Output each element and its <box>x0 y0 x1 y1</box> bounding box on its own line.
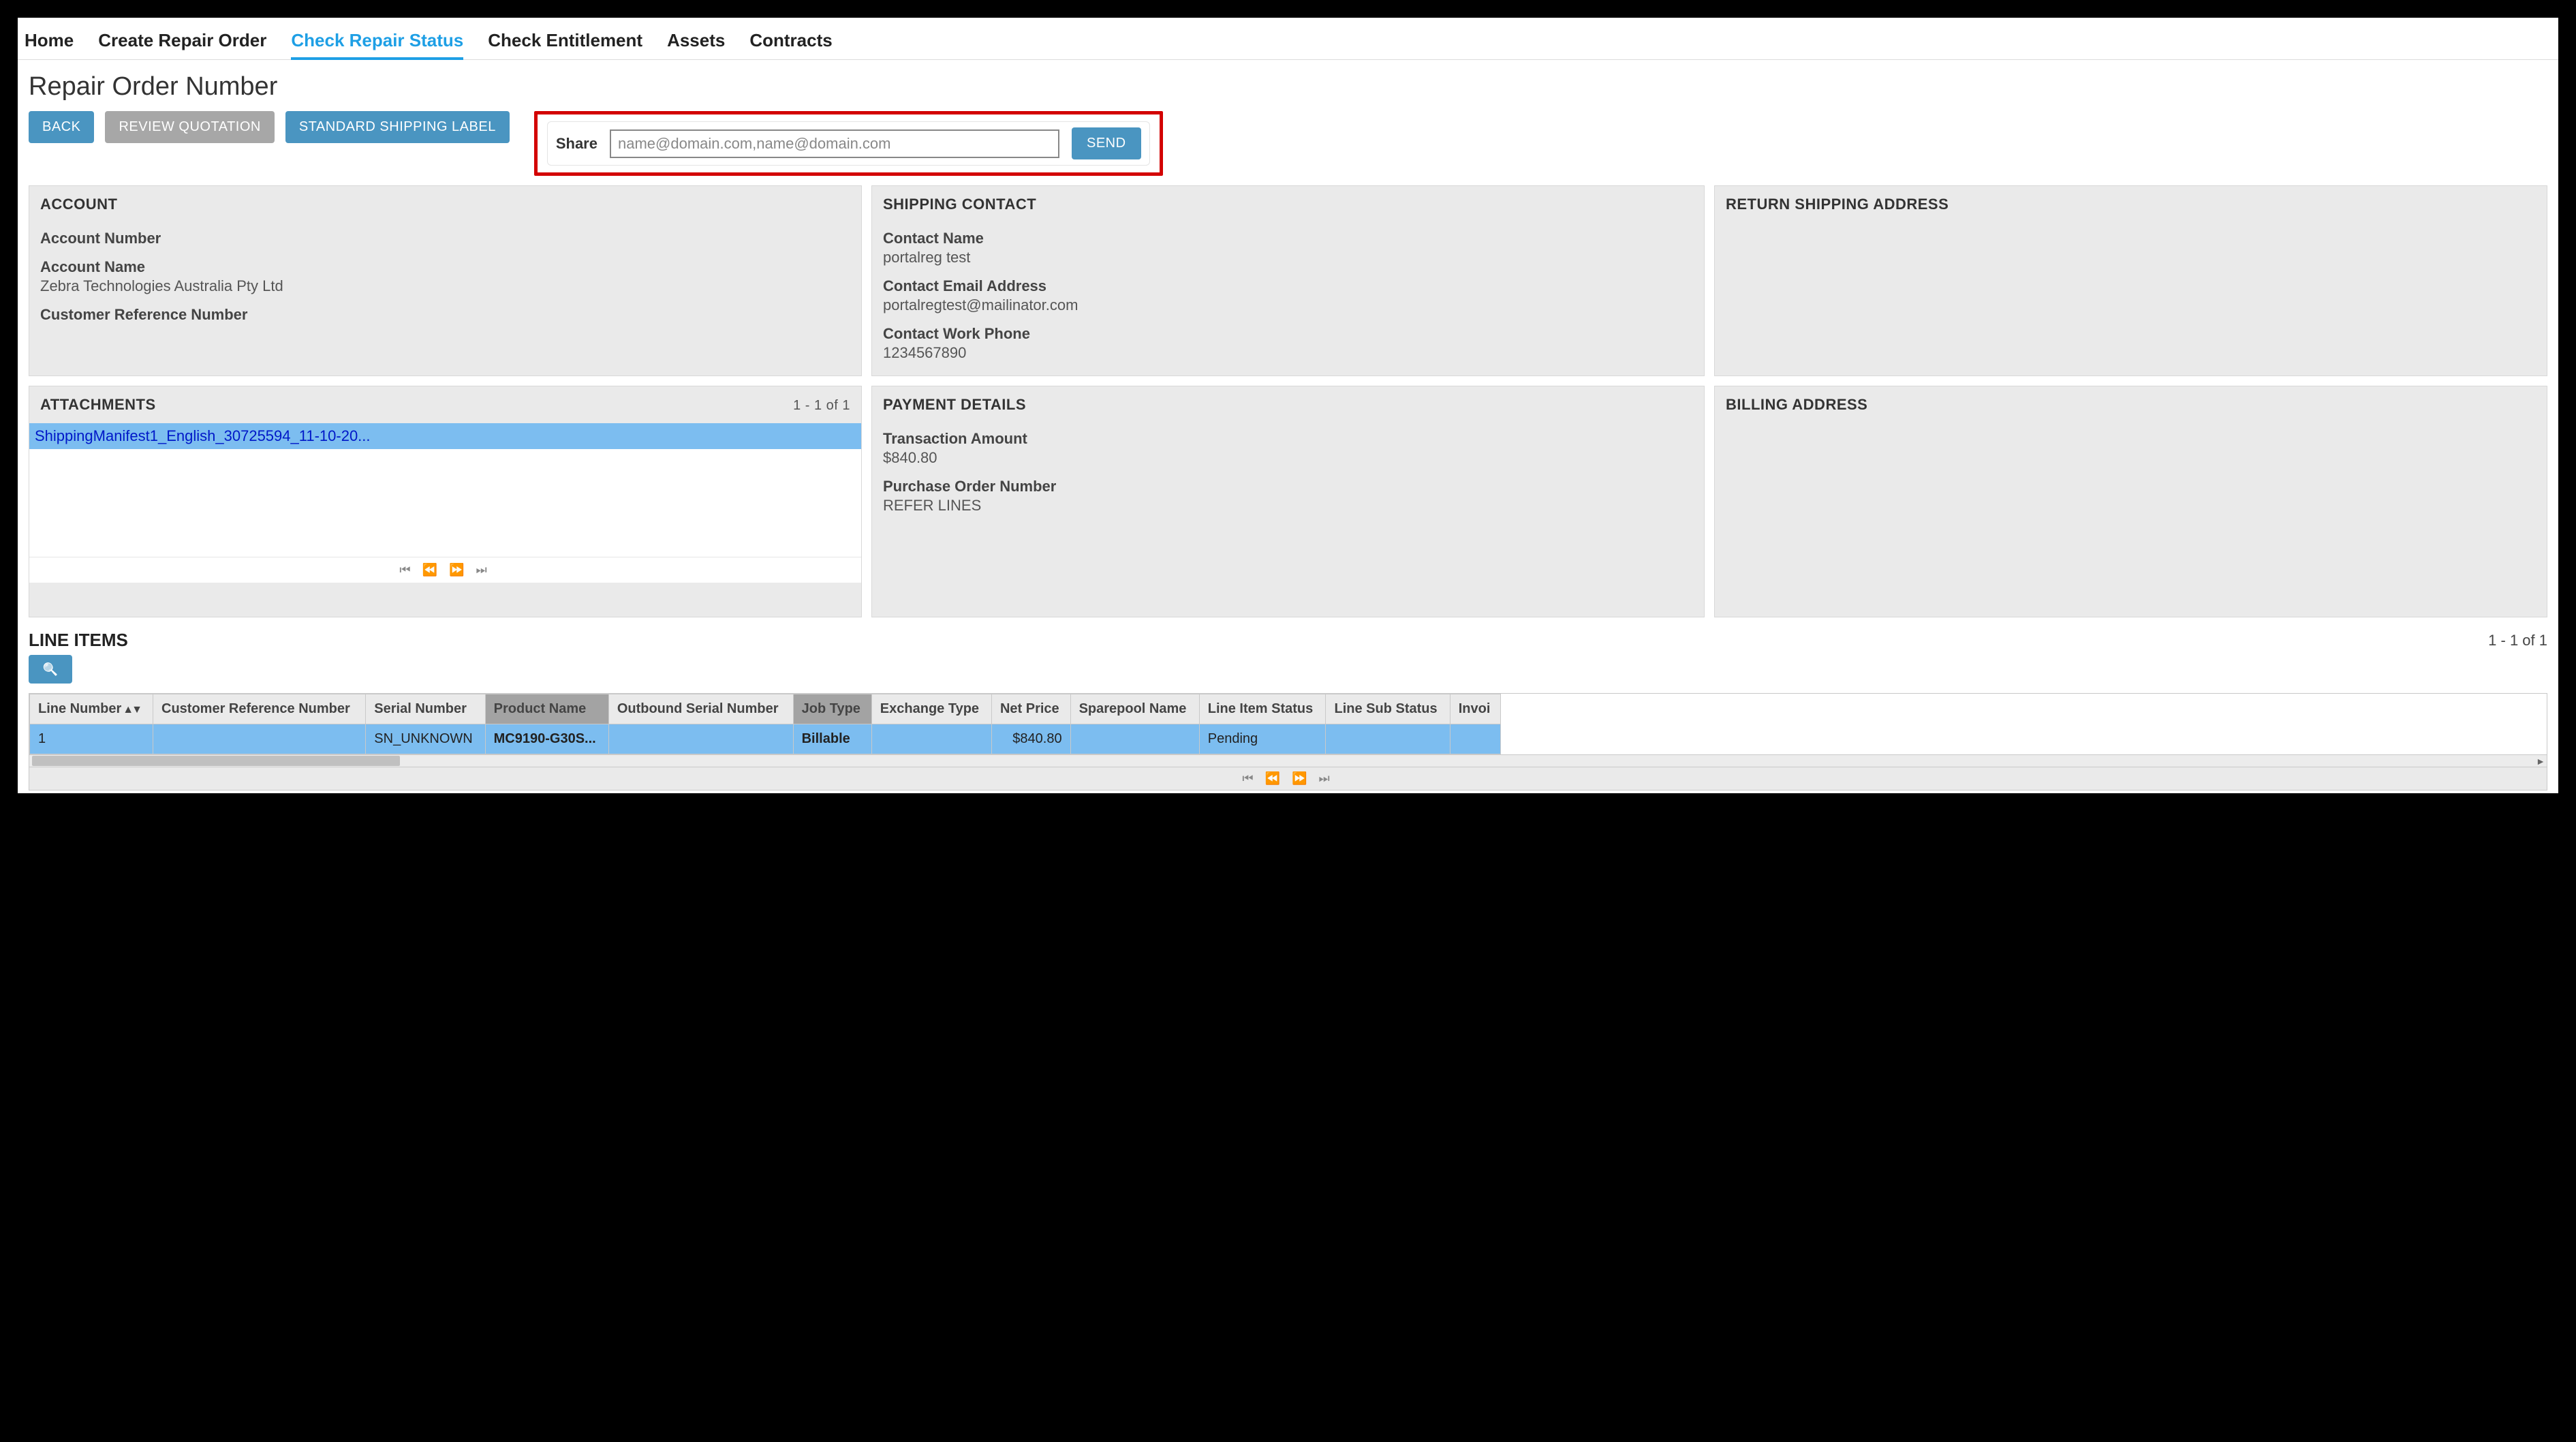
account-card: ACCOUNT Account Number Account Name Zebr… <box>29 185 862 376</box>
col-line-number[interactable]: Line Number▲▼ <box>30 694 153 724</box>
line-items-pager: ⏮ ⏪ ⏩ ⏭ <box>29 767 2547 791</box>
share-label: Share <box>556 135 598 153</box>
contact-phone-value: 1234567890 <box>883 344 1693 362</box>
col-outbound-serial[interactable]: Outbound Serial Number <box>608 694 793 724</box>
pager-last-icon[interactable]: ⏭ <box>1318 771 1333 785</box>
tab-contracts[interactable]: Contracts <box>749 30 832 59</box>
pager-prev-icon[interactable]: ⏪ <box>422 563 441 577</box>
col-serial-number[interactable]: Serial Number <box>366 694 485 724</box>
share-highlight-box: Share SEND <box>534 111 1163 176</box>
return-shipping-address-card: RETURN SHIPPING ADDRESS <box>1714 185 2547 376</box>
share-email-input[interactable] <box>610 129 1059 158</box>
shipping-contact-card: SHIPPING CONTACT Contact Name portalreg … <box>871 185 1705 376</box>
standard-shipping-label-button[interactable]: STANDARD SHIPPING LABEL <box>285 111 510 143</box>
account-name-value: Zebra Technologies Australia Pty Ltd <box>40 277 850 295</box>
attachments-range: 1 - 1 of 1 <box>793 398 850 414</box>
attachment-link[interactable]: ShippingManifest1_English_30725594_11-10… <box>29 423 861 449</box>
review-quotation-button[interactable]: REVIEW QUOTATION <box>105 111 274 143</box>
attachments-pager: ⏮ ⏪ ⏩ ⏭ <box>29 557 861 583</box>
col-job-type[interactable]: Job Type <box>793 694 871 724</box>
pager-next-icon[interactable]: ⏩ <box>1292 771 1311 785</box>
attachments-heading: ATTACHMENTS <box>40 396 156 414</box>
cell-customer-ref <box>153 724 366 754</box>
account-number-label: Account Number <box>40 230 850 247</box>
col-exchange-type[interactable]: Exchange Type <box>871 694 991 724</box>
col-net-price[interactable]: Net Price <box>991 694 1070 724</box>
cell-outbound-serial <box>608 724 793 754</box>
col-line-sub-status[interactable]: Line Sub Status <box>1326 694 1450 724</box>
contact-name-label: Contact Name <box>883 230 1693 247</box>
account-name-label: Account Name <box>40 258 850 276</box>
contact-email-value: portalregtest@mailinator.com <box>883 296 1693 314</box>
contact-name-value: portalreg test <box>883 249 1693 266</box>
line-items-table-wrap[interactable]: Line Number▲▼ Customer Reference Number … <box>29 693 2547 755</box>
line-items-range: 1 - 1 of 1 <box>2488 632 2547 649</box>
account-heading: ACCOUNT <box>29 186 861 223</box>
cell-status: Pending <box>1199 724 1326 754</box>
tab-check-repair-status[interactable]: Check Repair Status <box>291 30 463 59</box>
page-title: Repair Order Number <box>29 72 2550 102</box>
cell-line-number: 1 <box>30 724 153 754</box>
attachments-card: ATTACHMENTS 1 - 1 of 1 ShippingManifest1… <box>29 386 862 617</box>
cell-job-type: Billable <box>793 724 871 754</box>
back-button[interactable]: BACK <box>29 111 94 143</box>
shipping-contact-heading: SHIPPING CONTACT <box>872 186 1704 223</box>
cell-sparepool <box>1070 724 1199 754</box>
line-items-heading: LINE ITEMS <box>29 630 128 651</box>
cell-sub-status <box>1326 724 1450 754</box>
col-line-item-status[interactable]: Line Item Status <box>1199 694 1326 724</box>
pager-prev-icon[interactable]: ⏪ <box>1265 771 1284 785</box>
pager-first-icon[interactable]: ⏮ <box>1242 771 1257 785</box>
cell-exchange-type <box>871 724 991 754</box>
pager-next-icon[interactable]: ⏩ <box>449 563 468 577</box>
tab-assets[interactable]: Assets <box>667 30 725 59</box>
col-invoice[interactable]: Invoi <box>1450 694 1500 724</box>
customer-reference-number-label: Customer Reference Number <box>40 306 850 324</box>
contact-email-label: Contact Email Address <box>883 277 1693 295</box>
cell-net-price: $840.80 <box>991 724 1070 754</box>
tab-home[interactable]: Home <box>25 30 74 59</box>
cell-serial-number: SN_UNKNOWN <box>366 724 485 754</box>
return-shipping-heading: RETURN SHIPPING ADDRESS <box>1715 186 2547 223</box>
tab-check-entitlement[interactable]: Check Entitlement <box>488 30 642 59</box>
line-items-table: Line Number▲▼ Customer Reference Number … <box>29 694 1501 754</box>
po-number-label: Purchase Order Number <box>883 478 1693 495</box>
col-customer-ref[interactable]: Customer Reference Number <box>153 694 366 724</box>
payment-details-card: PAYMENT DETAILS Transaction Amount $840.… <box>871 386 1705 617</box>
pager-last-icon[interactable]: ⏭ <box>476 563 491 577</box>
po-number-value: REFER LINES <box>883 497 1693 515</box>
search-icon <box>43 662 59 677</box>
pager-first-icon[interactable]: ⏮ <box>399 563 414 577</box>
billing-heading: BILLING ADDRESS <box>1715 386 2547 423</box>
billing-address-card: BILLING ADDRESS <box>1714 386 2547 617</box>
main-nav-tabs: Home Create Repair Order Check Repair St… <box>18 18 2558 60</box>
table-row[interactable]: 1 SN_UNKNOWN MC9190-G30S... Billable $84… <box>30 724 1501 754</box>
cell-invoice <box>1450 724 1500 754</box>
tab-create-repair-order[interactable]: Create Repair Order <box>98 30 266 59</box>
send-button[interactable]: SEND <box>1072 127 1141 159</box>
line-items-search-button[interactable] <box>29 655 72 684</box>
scroll-right-icon[interactable]: ► <box>2534 755 2547 767</box>
cell-product-name: MC9190-G30S... <box>485 724 608 754</box>
attachments-list: ShippingManifest1_English_30725594_11-10… <box>29 423 861 557</box>
contact-phone-label: Contact Work Phone <box>883 325 1693 343</box>
col-product-name[interactable]: Product Name <box>485 694 608 724</box>
line-items-horizontal-scrollbar[interactable]: ◄ ► <box>29 755 2547 767</box>
transaction-amount-label: Transaction Amount <box>883 430 1693 448</box>
payment-heading: PAYMENT DETAILS <box>872 386 1704 423</box>
scroll-thumb[interactable] <box>32 756 400 766</box>
col-sparepool-name[interactable]: Sparepool Name <box>1070 694 1199 724</box>
transaction-amount-value: $840.80 <box>883 449 1693 467</box>
